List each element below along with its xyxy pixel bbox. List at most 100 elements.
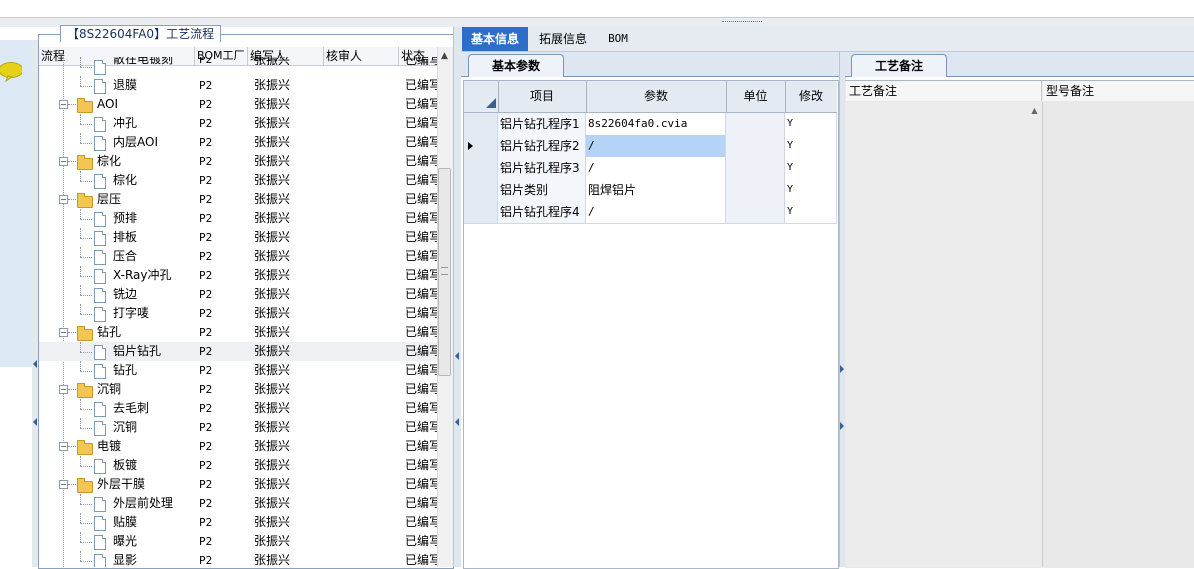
tree-step-row[interactable]: 沉铜 P2 张振兴 已编写: [39, 418, 437, 437]
collapse-node-icon[interactable]: −: [59, 328, 68, 337]
tree-step-row[interactable]: 散在电镀刻 P2 张振兴 已编写: [39, 57, 437, 76]
tree-node[interactable]: 铣边: [39, 285, 195, 304]
collapse-node-icon[interactable]: −: [59, 442, 68, 451]
tree-node[interactable]: − 钻孔: [39, 323, 195, 342]
tree-group-row[interactable]: − AOI P2 张振兴 已编写: [39, 95, 437, 114]
param-modify-cell[interactable]: Y: [785, 113, 837, 135]
tree-step-row[interactable]: 压合 P2 张振兴 已编写: [39, 247, 437, 266]
tree-node[interactable]: − AOI: [39, 95, 195, 114]
tree-node[interactable]: 散在电镀刻: [39, 57, 195, 76]
tree-node[interactable]: − 沉铜: [39, 380, 195, 399]
param-value-cell[interactable]: 阻焊铝片: [586, 179, 726, 201]
tree-node[interactable]: 冲孔: [39, 114, 195, 133]
param-modify-cell[interactable]: Y: [785, 157, 837, 179]
param-value-cell[interactable]: /: [586, 157, 726, 179]
tree-step-row[interactable]: 板镀 P2 张振兴 已编写: [39, 456, 437, 475]
scroll-up-arrow-icon[interactable]: ▲: [437, 49, 452, 63]
collapse-node-icon[interactable]: −: [59, 100, 68, 109]
tree-step-row[interactable]: 钻孔 P2 张振兴 已编写: [39, 361, 437, 380]
param-unit-cell[interactable]: [726, 135, 785, 157]
tab-basic-params[interactable]: 基本参数: [468, 54, 564, 77]
tree-step-row[interactable]: 贴膜 P2 张振兴 已编写: [39, 513, 437, 532]
row-indicator[interactable]: [464, 135, 498, 157]
tree-step-row[interactable]: X-Ray冲孔 P2 张振兴 已编写: [39, 266, 437, 285]
tree-node[interactable]: − 层压: [39, 190, 195, 209]
expand-arrow-icon[interactable]: [840, 365, 844, 373]
grid-col-unit[interactable]: 单位: [726, 81, 786, 112]
tree-group-row[interactable]: − 层压 P2 张振兴 已编写: [39, 190, 437, 209]
remarks-col-process-remark[interactable]: 工艺备注: [846, 81, 1042, 101]
tree-node[interactable]: 贴膜: [39, 513, 195, 532]
collapse-left-arrow-icon-2[interactable]: [33, 418, 37, 426]
tree-step-row[interactable]: 内层AOI P2 张振兴 已编写: [39, 133, 437, 152]
collapse-arrow-icon[interactable]: [455, 352, 459, 360]
collapse-left-arrow-icon[interactable]: [33, 360, 37, 368]
tree-node[interactable]: 排板: [39, 228, 195, 247]
param-modify-cell[interactable]: Y: [785, 179, 837, 201]
collapse-node-icon[interactable]: −: [59, 480, 68, 489]
remarks-col-model-remark[interactable]: 型号备注: [1043, 81, 1194, 101]
param-value-cell[interactable]: /: [586, 135, 726, 157]
tree-step-row[interactable]: 外层前处理 P2 张振兴 已编写: [39, 494, 437, 513]
tree-node[interactable]: 内层AOI: [39, 133, 195, 152]
param-row[interactable]: 铝片类别 阻焊铝片 Y: [464, 179, 837, 202]
param-row[interactable]: 铝片钻孔程序1 8s22604fa0.cvia Y: [464, 113, 837, 136]
tree-node[interactable]: X-Ray冲孔: [39, 266, 195, 285]
tree-node[interactable]: 打字唛: [39, 304, 195, 323]
param-modify-cell[interactable]: Y: [785, 201, 837, 223]
tree-node[interactable]: − 棕化: [39, 152, 195, 171]
tree-node[interactable]: − 外层干膜: [39, 475, 195, 494]
grid-col-param[interactable]: 参数: [586, 81, 727, 112]
tree-group-row[interactable]: − 钻孔 P2 张振兴 已编写: [39, 323, 437, 342]
collapse-arrow-icon-2[interactable]: [455, 418, 459, 426]
param-row[interactable]: 铝片钻孔程序4/ Y: [464, 201, 837, 224]
collapse-node-icon[interactable]: −: [59, 157, 68, 166]
param-unit-cell[interactable]: [726, 201, 785, 223]
tree-step-row[interactable]: 铝片钻孔 P2 张振兴 已编写: [39, 342, 437, 361]
grid-col-modify[interactable]: 修改: [785, 81, 837, 112]
tree-node[interactable]: 预排: [39, 209, 195, 228]
tree-node[interactable]: 外层前处理: [39, 494, 195, 513]
param-unit-cell[interactable]: [726, 113, 785, 135]
tree-node[interactable]: 铝片钻孔: [39, 342, 195, 361]
tree-node[interactable]: 沉铜: [39, 418, 195, 437]
param-value-cell[interactable]: /: [586, 201, 726, 223]
tree-node[interactable]: 板镀: [39, 456, 195, 475]
tree-node[interactable]: 棕化: [39, 171, 195, 190]
tree-node[interactable]: 去毛刺: [39, 399, 195, 418]
collapse-node-icon[interactable]: −: [59, 195, 68, 204]
process-remark-textarea[interactable]: [846, 102, 1043, 567]
tree-step-row[interactable]: 显影 P2 张振兴 已编写: [39, 551, 437, 567]
tab-process-remarks[interactable]: 工艺备注: [851, 54, 947, 77]
tab-bom[interactable]: BOM: [600, 27, 636, 51]
tab-basic-info[interactable]: 基本信息: [462, 27, 528, 51]
tree-step-row[interactable]: 退膜 P2 张振兴 已编写: [39, 76, 437, 95]
splitter-grip-icon[interactable]: [722, 21, 762, 25]
param-unit-cell[interactable]: [726, 157, 785, 179]
tree-node[interactable]: 曝光: [39, 532, 195, 551]
tree-node[interactable]: − 电镀: [39, 437, 195, 456]
param-modify-cell[interactable]: Y: [785, 135, 837, 157]
expand-arrow-icon-2[interactable]: [840, 422, 844, 430]
remark-scroll-up-icon[interactable]: ▲: [1028, 106, 1041, 118]
tree-node[interactable]: 退膜: [39, 76, 195, 95]
param-unit-cell[interactable]: [726, 179, 785, 201]
tree-step-row[interactable]: 预排 P2 张振兴 已编写: [39, 209, 437, 228]
param-value-cell[interactable]: 8s22604fa0.cvia: [586, 113, 726, 135]
row-indicator[interactable]: [464, 113, 498, 135]
tree-step-row[interactable]: 打字唛 P2 张振兴 已编写: [39, 304, 437, 323]
tree-group-row[interactable]: − 沉铜 P2 张振兴 已编写: [39, 380, 437, 399]
tree-node[interactable]: 钻孔: [39, 361, 195, 380]
tree-node[interactable]: 显影: [39, 551, 195, 567]
tree-step-row[interactable]: 冲孔 P2 张振兴 已编写: [39, 114, 437, 133]
param-row[interactable]: 铝片钻孔程序2/ Y: [464, 135, 837, 158]
tree-group-row[interactable]: − 外层干膜 P2 张振兴 已编写: [39, 475, 437, 494]
grid-col-item[interactable]: 项目: [498, 81, 587, 112]
row-indicator[interactable]: [464, 201, 498, 223]
tree-step-row[interactable]: 棕化 P2 张振兴 已编写: [39, 171, 437, 190]
tree-step-row[interactable]: 曝光 P2 张振兴 已编写: [39, 532, 437, 551]
collapse-node-icon[interactable]: −: [59, 385, 68, 394]
tree-group-row[interactable]: − 电镀 P2 张振兴 已编写: [39, 437, 437, 456]
tree-group-row[interactable]: − 棕化 P2 张振兴 已编写: [39, 152, 437, 171]
param-row[interactable]: 铝片钻孔程序3/ Y: [464, 157, 837, 180]
